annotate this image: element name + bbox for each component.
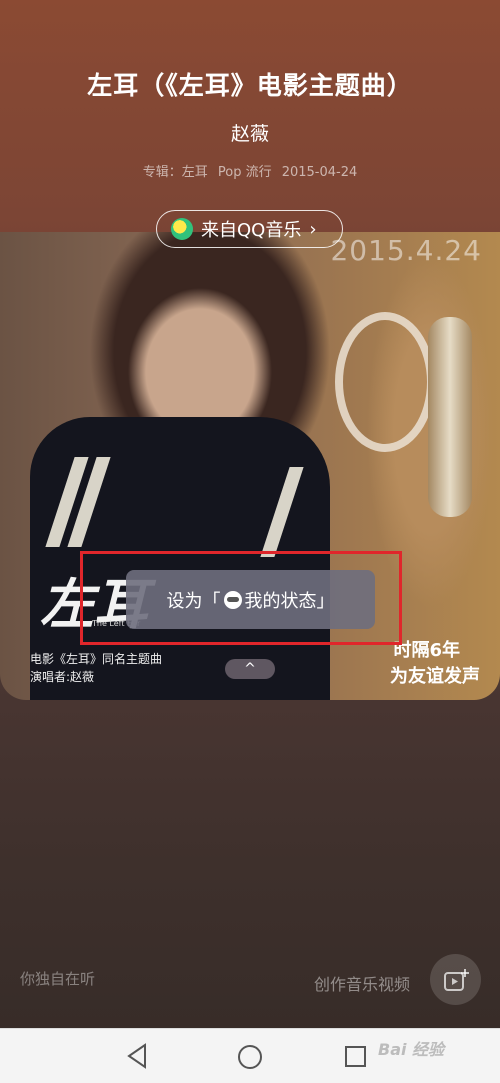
- release-date: 2015-04-24: [281, 165, 358, 180]
- microphone-graphic: [428, 317, 472, 517]
- watermark-text: Bai 经验: [378, 1040, 445, 1059]
- video-add-icon: [443, 968, 469, 991]
- cover-caption-line2: 演唱者:赵薇: [30, 670, 95, 684]
- create-music-video-link[interactable]: 创作音乐视频: [314, 971, 410, 995]
- song-artist[interactable]: 赵薇: [0, 119, 500, 146]
- listening-status: 你独自在听: [20, 970, 96, 988]
- cover-tagline-line1: 时隔6年: [393, 640, 460, 661]
- home-circle-icon[interactable]: [238, 1045, 262, 1069]
- from-qq-music-button[interactable]: 来自QQ音乐 ›: [156, 210, 343, 248]
- album-label: 专辑：左耳: [142, 165, 208, 180]
- cover-caption-line1: 电影《左耳》同名主题曲: [30, 652, 163, 666]
- qq-music-icon: [171, 218, 193, 240]
- chevron-right-icon: ›: [309, 218, 317, 240]
- song-meta: 专辑：左耳 Pop 流行 2015-04-24: [0, 161, 500, 180]
- create-video-button[interactable]: [430, 954, 481, 1005]
- microphone-pop-filter: [335, 312, 435, 452]
- recent-square-icon[interactable]: [345, 1046, 366, 1067]
- back-triangle-icon[interactable]: [125, 1043, 149, 1069]
- cover-tagline-line2: 为友谊发声: [390, 666, 480, 687]
- annotation-highlight-box: [80, 551, 402, 645]
- song-title: 左耳（《左耳》电影主题曲）: [87, 71, 413, 100]
- cover-date-text: 2015.4.24: [330, 234, 482, 267]
- expand-up-button[interactable]: ^: [225, 659, 275, 679]
- source-label: 来自QQ音乐: [201, 220, 302, 241]
- genre-label: Pop 流行: [217, 165, 272, 180]
